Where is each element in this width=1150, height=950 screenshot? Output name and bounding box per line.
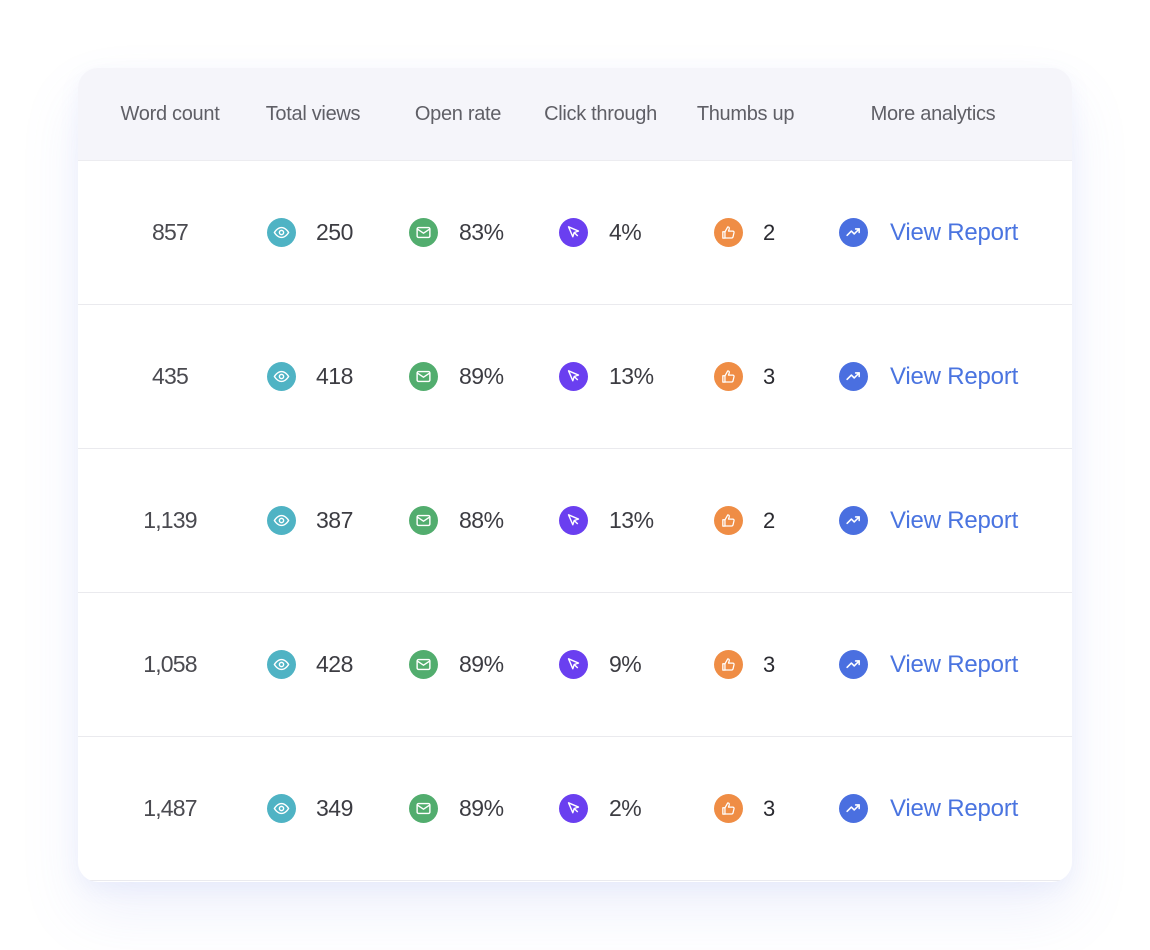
total-views-value: 349	[316, 795, 353, 821]
thumbs-up-value: 2	[763, 507, 775, 533]
cursor-icon	[559, 218, 588, 247]
total-views-value: 428	[316, 651, 353, 677]
eye-icon	[267, 506, 296, 535]
eye-icon	[267, 362, 296, 391]
analytics-table: Word count Total views Open rate Click t…	[78, 68, 1072, 882]
thumbs-up-icon	[714, 506, 743, 535]
view-report-link[interactable]: View Report	[890, 507, 1018, 535]
thumbs-up-value: 3	[763, 363, 775, 389]
more-analytics-cell: View Report	[839, 593, 1018, 736]
thumbs-up-value: 2	[763, 219, 775, 245]
word-count-value: 1,139	[143, 507, 197, 533]
thumbs-up-cell: 3	[714, 305, 775, 448]
mail-icon	[409, 506, 438, 535]
thumbs-up-cell: 3	[714, 593, 775, 736]
mail-icon	[409, 362, 438, 391]
open-rate-value: 88%	[459, 507, 504, 533]
click-through-value: 4%	[609, 219, 642, 245]
open-rate-cell: 89%	[409, 305, 504, 448]
click-through-value: 9%	[609, 651, 642, 677]
open-rate-cell: 89%	[409, 737, 504, 880]
trending-up-icon[interactable]	[839, 506, 868, 535]
thumbs-up-icon	[714, 218, 743, 247]
click-through-cell: 9%	[559, 593, 642, 736]
view-report-link[interactable]: View Report	[890, 219, 1018, 247]
open-rate-cell: 89%	[409, 593, 504, 736]
eye-icon	[267, 218, 296, 247]
more-analytics-cell: View Report	[839, 305, 1018, 448]
word-count-value: 1,058	[143, 651, 197, 677]
trending-up-icon[interactable]	[839, 218, 868, 247]
thumbs-up-icon	[714, 362, 743, 391]
more-analytics-cell: View Report	[839, 737, 1018, 880]
cursor-icon	[559, 506, 588, 535]
cursor-icon	[559, 650, 588, 679]
total-views-cell: 387	[267, 449, 353, 592]
more-analytics-cell: View Report	[839, 449, 1018, 592]
click-through-cell: 13%	[559, 305, 654, 448]
trending-up-icon[interactable]	[839, 650, 868, 679]
trending-up-icon[interactable]	[839, 362, 868, 391]
thumbs-up-icon	[714, 794, 743, 823]
thumbs-up-cell: 3	[714, 737, 775, 880]
header-more-analytics: More analytics	[870, 103, 996, 125]
mail-icon	[409, 218, 438, 247]
open-rate-cell: 88%	[409, 449, 504, 592]
open-rate-cell: 83%	[409, 161, 504, 304]
table-header: Word count Total views Open rate Click t…	[78, 68, 1072, 161]
table-row: 435 418 89% 13% 3 View Report	[78, 305, 1072, 449]
thumbs-up-value: 3	[763, 651, 775, 677]
mail-icon	[409, 794, 438, 823]
eye-icon	[267, 650, 296, 679]
word-count-value: 435	[152, 363, 189, 389]
open-rate-value: 89%	[459, 363, 504, 389]
thumbs-up-value: 3	[763, 795, 775, 821]
total-views-value: 387	[316, 507, 353, 533]
view-report-link[interactable]: View Report	[890, 795, 1018, 823]
open-rate-value: 89%	[459, 651, 504, 677]
word-count-value: 857	[152, 219, 189, 245]
click-through-value: 2%	[609, 795, 642, 821]
click-through-cell: 2%	[559, 737, 642, 880]
cursor-icon	[559, 362, 588, 391]
header-open-rate: Open rate	[414, 103, 502, 125]
open-rate-value: 89%	[459, 795, 504, 821]
total-views-cell: 418	[267, 305, 353, 448]
table-row: 1,487 349 89% 2% 3 View Report	[78, 737, 1072, 881]
open-rate-value: 83%	[459, 219, 504, 245]
more-analytics-cell: View Report	[839, 161, 1018, 304]
total-views-value: 250	[316, 219, 353, 245]
click-through-cell: 13%	[559, 449, 654, 592]
table-row: 1,139 387 88% 13% 2 View Report	[78, 449, 1072, 593]
cursor-icon	[559, 794, 588, 823]
header-word-count: Word count	[120, 103, 220, 125]
click-through-value: 13%	[609, 363, 654, 389]
mail-icon	[409, 650, 438, 679]
header-total-views: Total views	[265, 103, 361, 125]
total-views-value: 418	[316, 363, 353, 389]
eye-icon	[267, 794, 296, 823]
table-body: 857 250 83% 4% 2 View Report 435 418 89%…	[78, 161, 1072, 881]
total-views-cell: 428	[267, 593, 353, 736]
total-views-cell: 250	[267, 161, 353, 304]
view-report-link[interactable]: View Report	[890, 363, 1018, 391]
click-through-value: 13%	[609, 507, 654, 533]
header-thumbs-up: Thumbs up	[696, 103, 795, 125]
table-row: 1,058 428 89% 9% 3 View Report	[78, 593, 1072, 737]
thumbs-up-cell: 2	[714, 449, 775, 592]
header-click-through: Click through	[544, 103, 657, 125]
table-row: 857 250 83% 4% 2 View Report	[78, 161, 1072, 305]
click-through-cell: 4%	[559, 161, 642, 304]
trending-up-icon[interactable]	[839, 794, 868, 823]
word-count-value: 1,487	[143, 795, 197, 821]
total-views-cell: 349	[267, 737, 353, 880]
thumbs-up-icon	[714, 650, 743, 679]
view-report-link[interactable]: View Report	[890, 651, 1018, 679]
thumbs-up-cell: 2	[714, 161, 775, 304]
